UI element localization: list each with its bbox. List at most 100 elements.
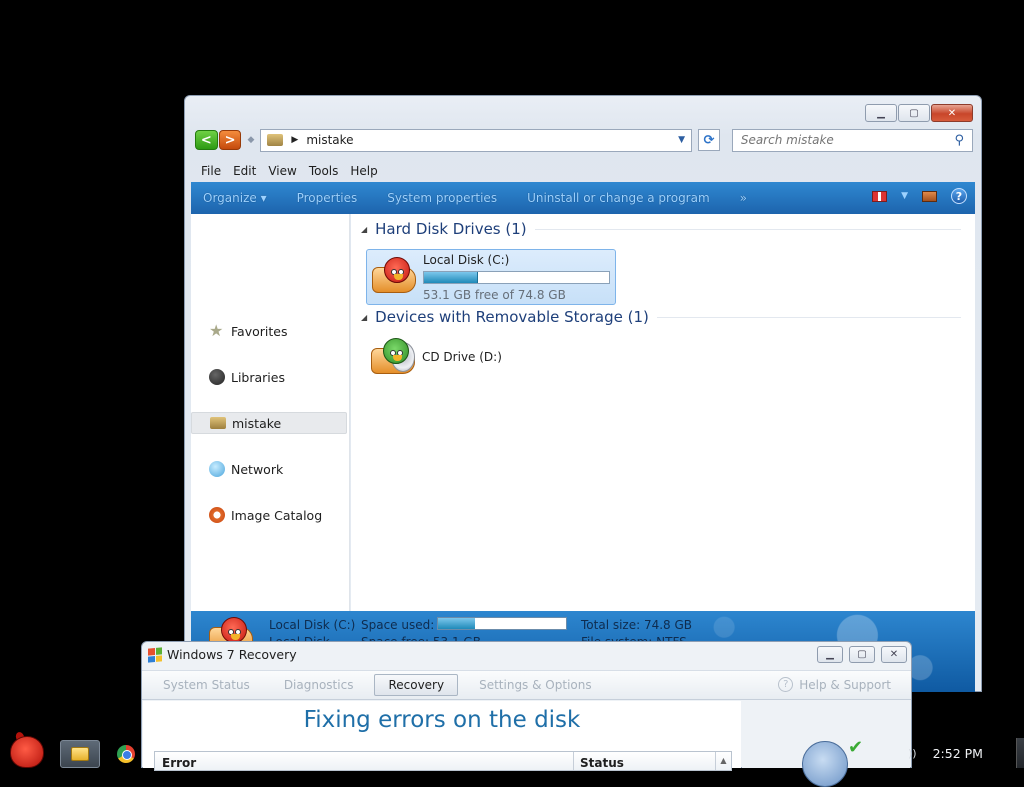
show-desktop-button[interactable] [1016, 738, 1024, 768]
forward-button[interactable]: > [218, 130, 242, 150]
view-options: ▼ ? [872, 188, 967, 204]
volume-icon[interactable]: )) [908, 747, 917, 760]
minimize-button[interactable]: ▁ [865, 104, 897, 122]
libraries-icon [209, 369, 225, 385]
nav-computer[interactable]: mistake [191, 412, 347, 434]
search-input[interactable] [740, 133, 955, 147]
tab-system-status[interactable]: System Status [150, 675, 263, 695]
address-dropdown-icon[interactable]: ▼ [678, 135, 685, 145]
uninstall-program-button[interactable]: Uninstall or change a program [527, 191, 710, 205]
menu-edit[interactable]: Edit [227, 164, 262, 178]
taskbar [0, 737, 1024, 768]
help-icon: ? [778, 677, 794, 692]
menu-file[interactable]: File [195, 164, 227, 178]
drive-icon [267, 134, 284, 146]
properties-button[interactable]: Properties [297, 191, 358, 205]
close-button[interactable]: ✕ [881, 646, 907, 663]
nav-label: Libraries [231, 369, 285, 385]
group-divider [656, 316, 961, 318]
details-capacity-bar [437, 617, 567, 630]
star-icon: ★ [209, 321, 224, 340]
folder-icon [71, 747, 89, 761]
search-icon[interactable]: ⚲ [954, 133, 964, 148]
taskbar-explorer-button[interactable] [60, 740, 100, 768]
window-controls: ▁ ▢ ✕ [865, 104, 973, 122]
menu-bar: File Edit View Tools Help [191, 160, 975, 182]
nav-label: Image Catalog [231, 507, 323, 523]
maximize-button[interactable]: ▢ [849, 646, 875, 663]
capacity-bar [423, 271, 610, 284]
group-title: Hard Disk Drives (1) [375, 220, 527, 238]
search-box[interactable]: ⚲ [731, 128, 973, 152]
capacity-fill [438, 618, 476, 629]
more-commands-button[interactable]: » [740, 191, 747, 205]
tab-settings-options[interactable]: Settings & Options [466, 675, 605, 695]
command-bar: Organize ▾ Properties System properties … [191, 182, 975, 214]
nav-network[interactable]: Network [191, 458, 347, 480]
image-catalog-icon [209, 507, 225, 523]
view-dropdown-icon[interactable]: ▼ [901, 191, 908, 201]
change-view-icon[interactable] [872, 190, 888, 202]
system-tray: )) 2:52 PM [908, 738, 1018, 768]
nav-label: Favorites [231, 323, 288, 339]
menu-view[interactable]: View [262, 164, 302, 178]
recovery-tabs: System Status Diagnostics Recovery Setti… [142, 670, 911, 700]
nav-label: mistake [232, 415, 282, 431]
address-path[interactable]: mistake [306, 133, 670, 147]
close-button[interactable]: ✕ [931, 104, 973, 122]
space-used-label: Space used: [361, 618, 435, 632]
back-button[interactable]: < [195, 130, 218, 150]
help-icon[interactable]: ? [951, 188, 967, 204]
breadcrumb-chevron-icon[interactable]: ▶ [291, 135, 298, 145]
help-label: Help & Support [799, 677, 891, 692]
menu-tools[interactable]: Tools [303, 164, 345, 178]
taskbar-chrome-button[interactable] [106, 740, 146, 768]
computer-icon [210, 417, 226, 429]
windows-logo-icon [148, 646, 162, 663]
cd-drive-icon [369, 336, 415, 380]
chrome-icon [117, 745, 135, 763]
drive-name: Local Disk (C:) [423, 253, 510, 267]
maximize-button[interactable]: ▢ [898, 104, 930, 122]
menu-help[interactable]: Help [344, 164, 383, 178]
recovery-title: Windows 7 Recovery [167, 647, 297, 662]
tab-diagnostics[interactable]: Diagnostics [271, 675, 367, 695]
removable-group-header[interactable]: ◢ Devices with Removable Storage (1) [361, 308, 961, 326]
angry-bird-drive-icon [370, 255, 416, 299]
tab-recovery[interactable]: Recovery [374, 674, 459, 696]
explorer-window: ▁ ▢ ✕ < > ◆ ▶ mistake ▼ ⟳ ⚲ File Edit Vi… [184, 95, 982, 692]
system-properties-button[interactable]: System properties [387, 191, 497, 205]
drive-free-space: 53.1 GB free of 74.8 GB [423, 288, 566, 302]
drive-local-disk-c[interactable]: Local Disk (C:) 53.1 GB free of 74.8 GB [366, 249, 616, 305]
angry-bird-start-icon [10, 736, 44, 768]
capacity-fill [424, 272, 478, 283]
address-bar[interactable]: ▶ mistake ▼ [260, 128, 693, 152]
recovery-heading: Fixing errors on the disk [303, 707, 581, 733]
navigation-pane: ★ Favorites Libraries mistake Network Im… [191, 214, 350, 611]
start-button[interactable] [4, 730, 50, 768]
nav-image-catalog[interactable]: Image Catalog [191, 504, 347, 526]
nav-favorites[interactable]: ★ Favorites [191, 320, 347, 342]
organize-button[interactable]: Organize ▾ [203, 191, 267, 205]
drive-cd-d[interactable]: CD Drive (D:) [366, 334, 616, 380]
details-drive-name: Local Disk (C:) [269, 618, 356, 632]
total-size: Total size: 74.8 GB [581, 618, 693, 632]
preview-pane-icon[interactable] [922, 190, 937, 202]
refresh-button[interactable]: ⟳ [698, 129, 720, 151]
recovery-titlebar: Windows 7 Recovery [148, 646, 297, 663]
clock[interactable]: 2:52 PM [933, 746, 983, 761]
navigation-bar: < > ◆ ▶ mistake ▼ ⟳ ⚲ [195, 128, 973, 152]
hdd-group-header[interactable]: ◢ Hard Disk Drives (1) [361, 220, 961, 238]
drive-name: CD Drive (D:) [422, 350, 502, 364]
recovery-window-controls: ▁ ▢ ✕ [817, 646, 907, 663]
help-support-link[interactable]: ? Help & Support [778, 677, 891, 692]
nav-label: Network [231, 461, 284, 477]
group-title: Devices with Removable Storage (1) [375, 308, 649, 326]
content-pane: ◢ Hard Disk Drives (1) Local Disk (C:) 5… [351, 214, 975, 611]
minimize-button[interactable]: ▁ [817, 646, 843, 663]
recent-pages-dropdown[interactable]: ◆ [247, 135, 254, 145]
nav-libraries[interactable]: Libraries [191, 366, 347, 388]
collapse-icon[interactable]: ◢ [361, 225, 367, 234]
network-icon [209, 461, 225, 477]
collapse-icon[interactable]: ◢ [361, 313, 367, 322]
